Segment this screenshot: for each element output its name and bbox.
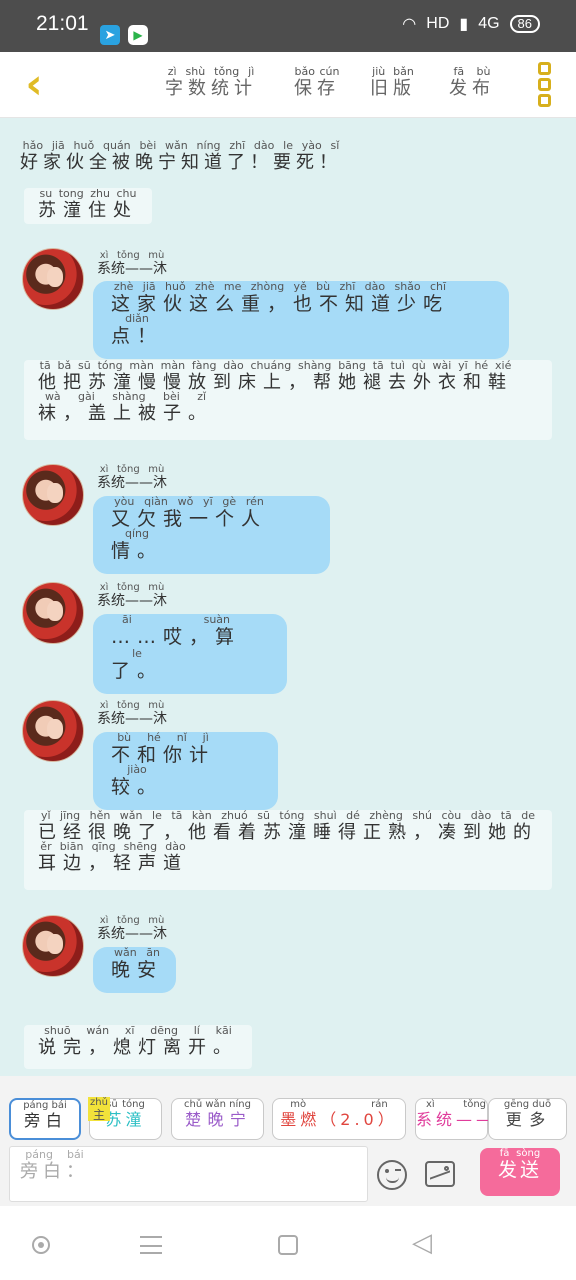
role-chip-system[interactable]: 系统——xì tǒng bbox=[415, 1098, 496, 1140]
message-bubble[interactable]: 不和你计较。bù hé nǐ jì jiào bbox=[93, 731, 278, 810]
avatar[interactable] bbox=[22, 248, 84, 310]
word-count-button[interactable]: 字数统计zì shù tǒng jì bbox=[165, 65, 257, 100]
role-chip-sutong[interactable]: 主zhǔ 苏潼sū tóng bbox=[88, 1097, 162, 1140]
chat-area: 好家伙全被晚宁知道了！要死！hǎo jiā huǒ quán bèi wǎn n… bbox=[0, 118, 576, 1076]
back-chevron-icon[interactable]: ‹ bbox=[14, 60, 54, 110]
image-icon[interactable] bbox=[425, 1161, 455, 1187]
status-icons: ◠ HD ▮ 4G 86 bbox=[402, 14, 540, 34]
message-bubble[interactable]: 又欠我一个人情。yòu qiàn wǒ yī gè rén qíng bbox=[93, 495, 330, 574]
network-label: 4G bbox=[478, 15, 500, 32]
avatar[interactable] bbox=[22, 700, 84, 762]
message-input[interactable]: 旁白：páng bái bbox=[9, 1146, 368, 1202]
status-bar: 21:01 ➤ ▶ ◠ HD ▮ 4G 86 bbox=[0, 0, 576, 52]
more-menu-icon[interactable] bbox=[538, 62, 552, 110]
narration-box[interactable]: 他把苏潼慢慢放到床上，帮她褪去外衣和鞋tā bǎ sū tóng màn màn… bbox=[24, 359, 552, 440]
avatar[interactable] bbox=[22, 464, 84, 526]
message-bubble[interactable]: 这家伙这么重，也不知道少吃点！zhè jiā huǒ zhè me zhòng … bbox=[93, 280, 509, 359]
signal-icon: ▮ bbox=[459, 16, 469, 33]
publish-button[interactable]: 发布fā bù bbox=[449, 65, 495, 100]
main-role-badge: 主zhǔ bbox=[88, 1097, 110, 1122]
save-button[interactable]: 保存bǎo cún bbox=[294, 65, 340, 100]
input-panel: 旁白páng bái 主zhǔ 苏潼sū tóng 楚晚宁chǔ wǎn nín… bbox=[0, 1076, 576, 1206]
narration-box[interactable]: 已经很晚了，他看着苏潼睡得正熟，凑到她的yǐ jīng hěn wǎn le t… bbox=[24, 809, 552, 890]
message-bubble[interactable]: ……哎，算了。āi suàn le bbox=[93, 613, 287, 694]
old-version-button[interactable]: 旧版jiù bǎn bbox=[370, 65, 416, 100]
avatar[interactable] bbox=[22, 915, 84, 977]
top-toolbar: ‹ 字数统计zì shù tǒng jì 保存bǎo cún 旧版jiù bǎn… bbox=[0, 52, 576, 118]
narration-box[interactable]: 说完，熄灯离开。shuō wán xī dēng lí kāi bbox=[24, 1024, 252, 1069]
more-roles-button[interactable]: 更多gēng duō bbox=[488, 1098, 567, 1140]
menu-icon[interactable] bbox=[140, 1236, 162, 1254]
sender-name: 系统——沐xì tǒng mù bbox=[97, 700, 167, 727]
home-icon[interactable] bbox=[278, 1235, 298, 1255]
sender-name: 系统——沐xì tǒng mù bbox=[97, 582, 167, 609]
role-chip-chuwanning[interactable]: 楚晚宁chǔ wǎn níng bbox=[171, 1098, 264, 1140]
battery-icon: 86 bbox=[509, 15, 540, 33]
sender-name: 系统——沐xì tǒng mù bbox=[97, 464, 167, 491]
avatar[interactable] bbox=[22, 582, 84, 644]
system-nav-bar: ◁ bbox=[0, 1206, 576, 1280]
status-time: 21:01 bbox=[36, 12, 89, 35]
role-chip-moran[interactable]: 墨燃（2.0）mò rán bbox=[272, 1098, 406, 1140]
message-bubble[interactable]: 晚安wǎn ān bbox=[93, 946, 176, 993]
telegram-icon: ➤ bbox=[100, 25, 120, 45]
sender-name: 系统——沐xì tǒng mù bbox=[97, 915, 167, 942]
video-app-icon: ▶ bbox=[128, 25, 148, 45]
narration-box[interactable]: 苏潼住处su tong zhu chu bbox=[24, 187, 152, 224]
send-button[interactable]: 发送fā sòng bbox=[480, 1148, 560, 1196]
assistant-icon[interactable] bbox=[32, 1236, 50, 1254]
narration-line[interactable]: 好家伙全被晚宁知道了！要死！hǎo jiā huǒ quán bèi wǎn n… bbox=[20, 139, 342, 174]
back-icon[interactable]: ◁ bbox=[412, 1230, 432, 1256]
hd-label: HD bbox=[426, 15, 450, 32]
sender-name: 系统——沐xì tǒng mù bbox=[97, 250, 167, 277]
wifi-icon: ◠ bbox=[402, 16, 417, 33]
role-chip-narrator[interactable]: 旁白páng bái bbox=[9, 1098, 81, 1140]
emoji-icon[interactable] bbox=[377, 1160, 407, 1190]
